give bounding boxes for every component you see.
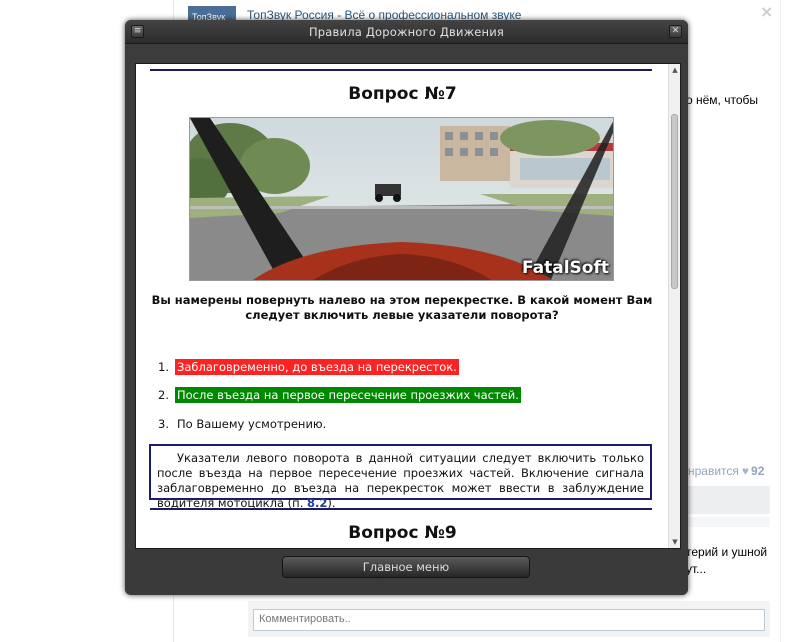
app-window: ≡ Правила Дорожного Движения ✕ Вопрос №7 (125, 20, 688, 595)
question-title: Вопрос №7 (348, 84, 457, 104)
post-divider-block-2 (686, 517, 770, 527)
divider (150, 508, 652, 510)
post-text-line: ут... (686, 562, 707, 576)
image-watermark: FatalSoft (522, 258, 609, 278)
divider (150, 69, 652, 71)
answer-number: 3. (158, 417, 169, 431)
main-menu-button[interactable]: Главное меню (282, 556, 530, 578)
answer-text: По Вашему усмотрению. (177, 417, 327, 431)
page-right-border (780, 0, 781, 642)
answer-number: 1. (158, 360, 169, 374)
scrollbar-thumb[interactable] (671, 114, 678, 289)
question-scroll-area[interactable]: Вопрос №7 FatalSoft Вы намерены повернут… (136, 64, 669, 548)
question-image: FatalSoft (189, 117, 614, 281)
answer-text: Заблаговременно, до въезда на перекресто… (175, 359, 459, 375)
window-title: Правила Дорожного Движения (308, 25, 505, 39)
next-question-title: Вопрос №9 (348, 523, 457, 543)
like-button[interactable]: нравится ♥ 92 (688, 464, 764, 478)
answer-text: После въезда на первое пересечение проез… (175, 387, 521, 403)
close-icon[interactable]: × (760, 2, 773, 21)
like-label: нравится (688, 464, 739, 478)
post-text-fragment: о нём, чтобы (686, 93, 759, 107)
window-titlebar[interactable]: ≡ Правила Дорожного Движения ✕ (125, 20, 688, 44)
scroll-down-icon[interactable]: ▼ (671, 538, 679, 546)
post-text-fragment-2: терий и ушной ут... (686, 544, 767, 578)
post-text-line: терий и ушной (686, 545, 768, 559)
scroll-up-icon[interactable]: ▲ (671, 66, 679, 74)
window-close-icon[interactable]: ✕ (669, 25, 682, 38)
question-panel: Вопрос №7 FatalSoft Вы намерены повернут… (135, 63, 681, 549)
answer-number: 2. (158, 388, 169, 402)
explanation-box: Указатели левого поворота в данной ситуа… (149, 444, 652, 510)
vertical-scrollbar[interactable]: ▲ ▼ (668, 64, 680, 548)
intersection-scene (190, 118, 613, 280)
answer-option-1[interactable]: 1. Заблаговременно, до въезда на перекрес… (158, 359, 459, 375)
answer-option-2[interactable]: 2. После въезда на первое пересечение про… (158, 387, 521, 403)
like-count: 92 (751, 464, 765, 478)
comment-input[interactable]: Комментировать.. (253, 609, 765, 631)
post-divider-block (686, 486, 770, 514)
heart-icon: ♥ (741, 464, 750, 478)
explanation-text: Указатели левого поворота в данной ситуа… (157, 451, 644, 510)
answer-option-3[interactable]: 3. По Вашему усмотрению. (158, 417, 328, 431)
question-text: Вы намерены повернуть налево на этом пер… (151, 293, 653, 322)
window-footer: Главное меню (125, 550, 688, 595)
